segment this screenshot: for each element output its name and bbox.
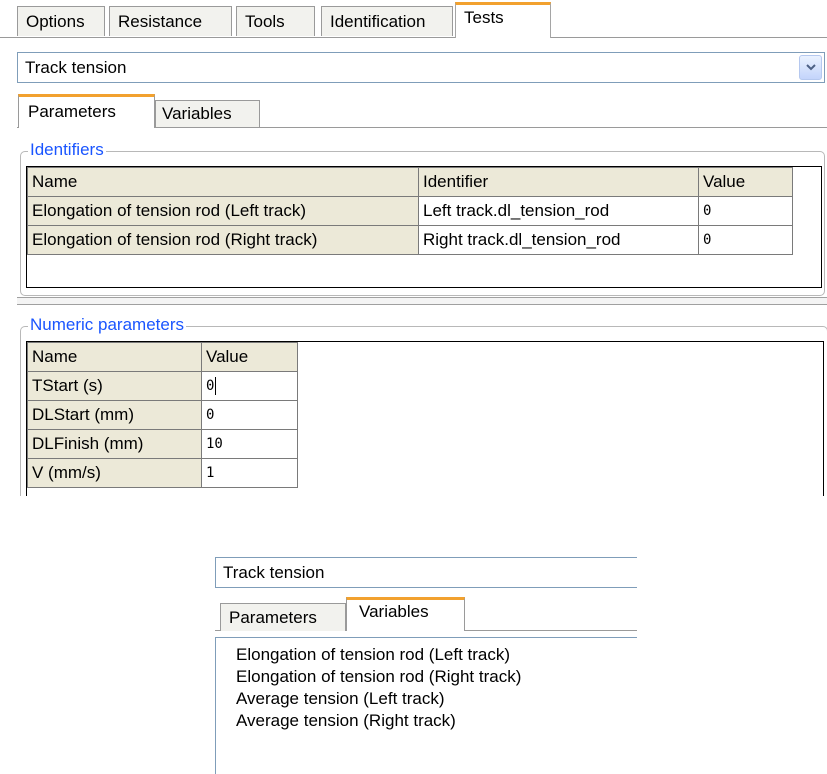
tab-variables[interactable]: Variables xyxy=(155,100,260,127)
param-value-cell[interactable]: 0 xyxy=(201,400,298,430)
chevron-down-icon xyxy=(806,64,816,71)
list-item[interactable]: Elongation of tension rod (Right track) xyxy=(216,666,637,688)
column-header-name[interactable]: Name xyxy=(27,167,419,197)
tab-parameters-secondary-label: Parameters xyxy=(229,608,317,627)
tab-variables-secondary[interactable]: Variables xyxy=(346,597,465,631)
numeric-parameters-group-title: Numeric parameters xyxy=(28,315,186,335)
test-select-secondary-value: Track tension xyxy=(223,563,325,582)
numeric-header-row: Name Value xyxy=(27,342,298,372)
list-item[interactable]: Elongation of tension rod (Left track) xyxy=(216,644,637,666)
tab-tools-label: Tools xyxy=(245,12,285,31)
param-name-cell: V (mm/s) xyxy=(27,458,202,488)
test-select-secondary[interactable]: Track tension xyxy=(215,557,637,588)
column-header-value[interactable]: Value xyxy=(201,342,298,372)
test-select[interactable]: Track tension xyxy=(17,52,825,83)
identifier-name-cell: Elongation of tension rod (Left track) xyxy=(27,196,419,226)
identifiers-group-title: Identifiers xyxy=(28,140,106,160)
tab-resistance-label: Resistance xyxy=(118,12,203,31)
table-row[interactable]: Elongation of tension rod (Right track) … xyxy=(27,225,793,255)
column-header-identifier[interactable]: Identifier xyxy=(418,167,699,197)
table-row[interactable]: V (mm/s) 1 xyxy=(27,458,298,488)
table-row[interactable]: Elongation of tension rod (Left track) L… xyxy=(27,196,793,226)
tab-parameters-label: Parameters xyxy=(28,102,116,121)
param-value-cell-editing[interactable]: 0 xyxy=(201,371,298,401)
tab-identification[interactable]: Identification xyxy=(321,6,453,36)
table-row[interactable]: DLFinish (mm) 10 xyxy=(27,429,298,459)
tab-options[interactable]: Options xyxy=(17,6,105,36)
table-row[interactable]: TStart (s) 0 xyxy=(27,371,298,401)
numeric-parameters-table: Name Value TStart (s) 0 DLStart (mm) 0 D… xyxy=(27,342,298,488)
param-value-text: 0 xyxy=(206,378,215,394)
param-value-cell[interactable]: 1 xyxy=(201,458,298,488)
identifier-name-cell: Elongation of tension rod (Right track) xyxy=(27,225,419,255)
text-cursor xyxy=(215,377,217,395)
identifier-value-cell[interactable]: 0 xyxy=(698,196,793,226)
param-name-cell: DLFinish (mm) xyxy=(27,429,202,459)
column-header-value[interactable]: Value xyxy=(698,167,793,197)
table-row[interactable]: DLStart (mm) 0 xyxy=(27,400,298,430)
identifiers-header-row: Name Identifier Value xyxy=(27,167,793,197)
tab-identification-label: Identification xyxy=(330,12,426,31)
test-select-dropdown-button[interactable] xyxy=(799,55,822,80)
tab-variables-secondary-label: Variables xyxy=(359,602,429,621)
tab-tests-label: Tests xyxy=(464,8,504,27)
tab-variables-label: Variables xyxy=(162,104,232,123)
param-value-cell[interactable]: 10 xyxy=(201,429,298,459)
list-item[interactable]: Average tension (Right track) xyxy=(216,710,637,732)
identifier-cell[interactable]: Right track.dl_tension_rod xyxy=(418,225,699,255)
splitter-line-bottom xyxy=(17,304,827,305)
identifiers-table: Name Identifier Value Elongation of tens… xyxy=(27,167,793,255)
param-name-cell: TStart (s) xyxy=(27,371,202,401)
tab-tools[interactable]: Tools xyxy=(236,6,315,36)
identifier-value-cell[interactable]: 0 xyxy=(698,225,793,255)
identifier-cell[interactable]: Left track.dl_tension_rod xyxy=(418,196,699,226)
variables-list-items: Elongation of tension rod (Left track) E… xyxy=(216,644,637,732)
param-name-cell: DLStart (mm) xyxy=(27,400,202,430)
tab-parameters[interactable]: Parameters xyxy=(18,94,155,128)
numeric-parameters-grid[interactable]: Name Value TStart (s) 0 DLStart (mm) 0 D… xyxy=(26,341,824,496)
list-item[interactable]: Average tension (Left track) xyxy=(216,688,637,710)
column-header-name[interactable]: Name xyxy=(27,342,202,372)
identifiers-grid[interactable]: Name Identifier Value Elongation of tens… xyxy=(26,166,822,288)
tab-strip-baseline xyxy=(0,37,827,38)
variables-list[interactable]: Elongation of tension rod (Left track) E… xyxy=(215,637,637,774)
test-select-value: Track tension xyxy=(25,58,127,77)
tab-parameters-secondary[interactable]: Parameters xyxy=(220,603,346,631)
tab-options-label: Options xyxy=(26,12,85,31)
tab-resistance[interactable]: Resistance xyxy=(109,6,232,36)
tab-tests[interactable]: Tests xyxy=(455,2,551,38)
